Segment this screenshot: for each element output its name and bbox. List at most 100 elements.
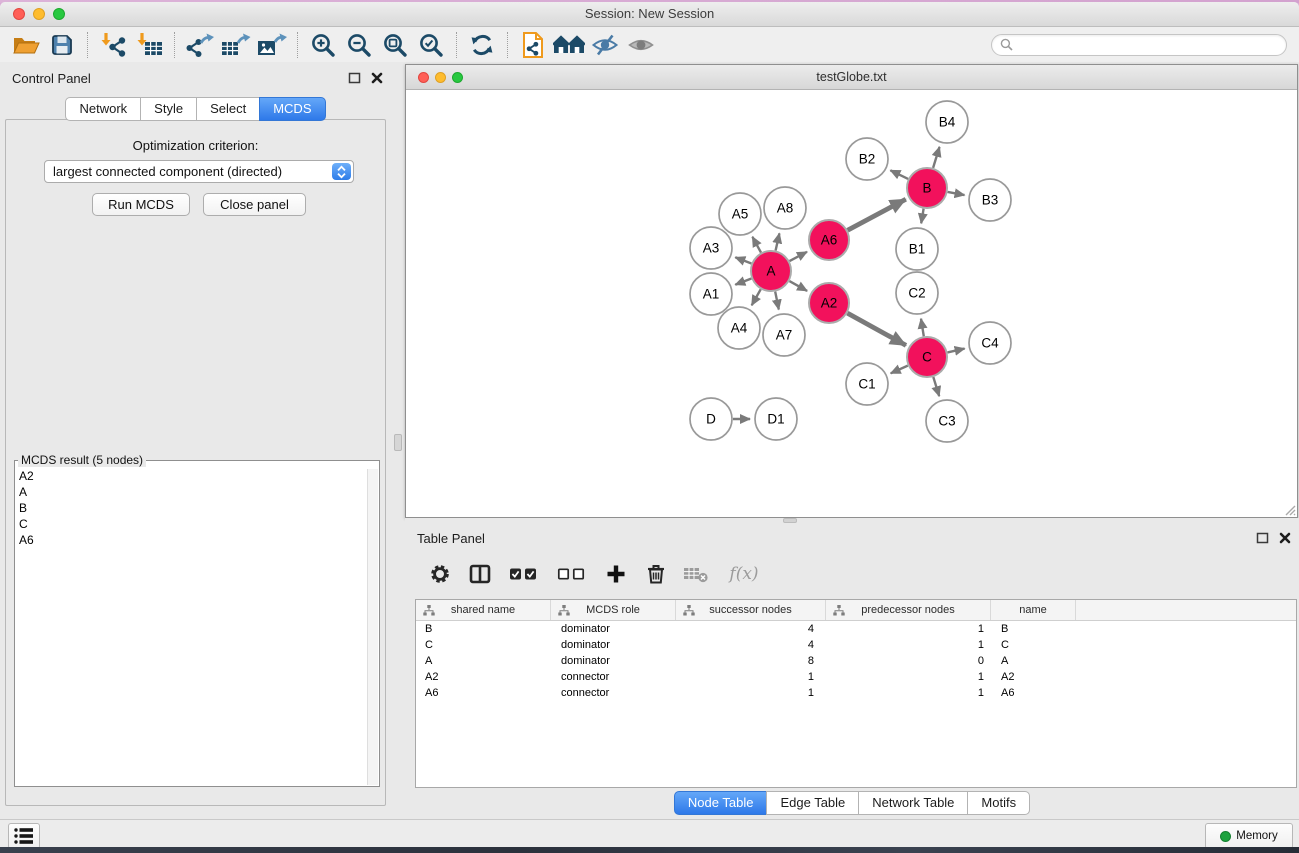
- save-session-icon[interactable]: [44, 30, 80, 60]
- network-overview-houses-icon[interactable]: [551, 30, 587, 60]
- mcds-tab-content: Optimization criterion: largest connecte…: [5, 119, 386, 806]
- application-window: Session: New Session: [0, 0, 1299, 853]
- result-list-item[interactable]: B: [19, 500, 375, 516]
- show-column-icon[interactable]: [467, 561, 493, 587]
- memory-label: Memory: [1236, 830, 1278, 842]
- table-row[interactable]: A6connector11A6: [416, 685, 1296, 701]
- edge-A-A3[interactable]: [735, 257, 751, 263]
- node-label-C4: C4: [981, 336, 999, 351]
- table-cell: 4: [676, 639, 826, 651]
- criterion-dropdown[interactable]: largest connected component (directed): [44, 160, 354, 183]
- node-table: shared nameMCDS rolesuccessor nodesprede…: [415, 599, 1297, 788]
- table-row[interactable]: A2connector11A2: [416, 669, 1296, 685]
- float-panel-icon[interactable]: [348, 71, 361, 84]
- result-scrollbar[interactable]: [367, 469, 378, 785]
- column-header-successor-nodes[interactable]: successor nodes: [676, 600, 826, 620]
- import-table-icon[interactable]: [131, 30, 167, 60]
- table-row[interactable]: Bdominator41B: [416, 621, 1296, 637]
- tab-select[interactable]: Select: [196, 97, 260, 121]
- console-toggle-button[interactable]: [8, 823, 40, 847]
- zoom-out-icon[interactable]: [341, 30, 377, 60]
- refresh-layout-icon[interactable]: [464, 30, 500, 60]
- hide-graphics-details-eye-slash-icon[interactable]: [587, 30, 623, 60]
- resize-grip-icon[interactable]: [1282, 502, 1296, 516]
- table-cell: 8: [676, 655, 826, 667]
- search-field[interactable]: [991, 34, 1287, 56]
- close-panel-button[interactable]: Close panel: [203, 193, 306, 216]
- node-label-A7: A7: [776, 328, 793, 343]
- tab-node-table[interactable]: Node Table: [674, 791, 768, 815]
- result-list-item[interactable]: A6: [19, 532, 375, 548]
- column-header-name[interactable]: name: [991, 600, 1076, 620]
- import-network-icon[interactable]: [95, 30, 131, 60]
- edge-A-A4[interactable]: [752, 289, 761, 305]
- unselect-all-columns-icon[interactable]: [555, 561, 589, 587]
- node-label-A5: A5: [732, 207, 749, 222]
- tab-network-table[interactable]: Network Table: [858, 791, 968, 815]
- edge-A-A7[interactable]: [775, 292, 779, 310]
- column-header-predecessor-nodes[interactable]: predecessor nodes: [826, 600, 991, 620]
- desktop-background-bottom: [0, 847, 1299, 853]
- export-network-icon[interactable]: [182, 30, 218, 60]
- status-bar: Memory: [0, 819, 1299, 847]
- mcds-result-box: MCDS result (5 nodes) A2ABCA6: [14, 453, 380, 787]
- tab-style[interactable]: Style: [140, 97, 197, 121]
- export-image-icon[interactable]: [254, 30, 290, 60]
- result-list-item[interactable]: A: [19, 484, 375, 500]
- memory-button[interactable]: Memory: [1205, 823, 1293, 847]
- control-panel-title: Control Panel: [12, 71, 91, 86]
- edge-A-A2[interactable]: [789, 281, 807, 291]
- tab-motifs[interactable]: Motifs: [967, 791, 1030, 815]
- edge-A-A1[interactable]: [735, 279, 751, 285]
- vertical-splitter[interactable]: [391, 63, 405, 819]
- delete-column-trash-icon[interactable]: [643, 561, 669, 587]
- result-list-item[interactable]: C: [19, 516, 375, 532]
- run-mcds-button[interactable]: Run MCDS: [92, 193, 190, 216]
- open-file-icon[interactable]: [8, 30, 44, 60]
- network-window-titlebar: testGlobe.txt: [406, 65, 1297, 90]
- control-panel-header: Control Panel: [0, 63, 391, 93]
- zoom-selected-icon[interactable]: [413, 30, 449, 60]
- edge-A-A8[interactable]: [776, 233, 780, 250]
- network-canvas[interactable]: B4B2BB3A8A5A6A3B1AC2A1A2A4A7C4CC1C3DD1: [406, 90, 1297, 517]
- mcds-result-list[interactable]: A2ABCA6: [15, 467, 379, 549]
- edge-A6-B[interactable]: [848, 199, 906, 230]
- edge-B-B4[interactable]: [933, 147, 939, 168]
- select-all-columns-icon[interactable]: [507, 561, 541, 587]
- tab-network[interactable]: Network: [65, 97, 141, 121]
- table-panel-header: Table Panel: [405, 523, 1299, 553]
- create-column-plus-icon[interactable]: [603, 561, 629, 587]
- edge-B-B3[interactable]: [948, 192, 965, 195]
- tab-edge-table[interactable]: Edge Table: [766, 791, 859, 815]
- details-eye-icon[interactable]: [623, 30, 659, 60]
- tab-mcds[interactable]: MCDS: [259, 97, 325, 121]
- edge-A2-C[interactable]: [847, 313, 906, 345]
- table-cell: C: [991, 639, 1076, 651]
- table-settings-gear-icon[interactable]: [427, 561, 453, 587]
- zoom-in-icon[interactable]: [305, 30, 341, 60]
- edge-C-C2[interactable]: [921, 319, 924, 337]
- edge-C-C3[interactable]: [933, 377, 939, 396]
- float-panel-icon[interactable]: [1256, 531, 1269, 544]
- edge-A-A5[interactable]: [752, 237, 761, 253]
- export-table-icon[interactable]: [218, 30, 254, 60]
- dropdown-stepper-icon: [332, 163, 351, 180]
- close-panel-icon[interactable]: [370, 71, 383, 84]
- table-row[interactable]: Adominator80A: [416, 653, 1296, 669]
- edge-C-C4[interactable]: [948, 349, 965, 353]
- edge-C-C1[interactable]: [891, 366, 908, 374]
- edge-B-B1[interactable]: [921, 209, 923, 224]
- edge-B-B2[interactable]: [890, 170, 908, 179]
- close-panel-icon[interactable]: [1278, 531, 1291, 544]
- node-label-A: A: [766, 264, 775, 279]
- column-header-mcds-role[interactable]: MCDS role: [551, 600, 676, 620]
- edge-A-A6[interactable]: [790, 252, 808, 261]
- control-panel: Control Panel NetworkStyleSelectMCDS Opt…: [0, 63, 391, 819]
- column-header-shared-name[interactable]: shared name: [416, 600, 551, 620]
- splitter-grabber[interactable]: [394, 434, 402, 451]
- new-network-from-selection-icon[interactable]: [515, 30, 551, 60]
- result-list-item[interactable]: A2: [19, 468, 375, 484]
- table-row[interactable]: Cdominator41C: [416, 637, 1296, 653]
- zoom-fit-icon[interactable]: [377, 30, 413, 60]
- search-input[interactable]: [1018, 38, 1278, 52]
